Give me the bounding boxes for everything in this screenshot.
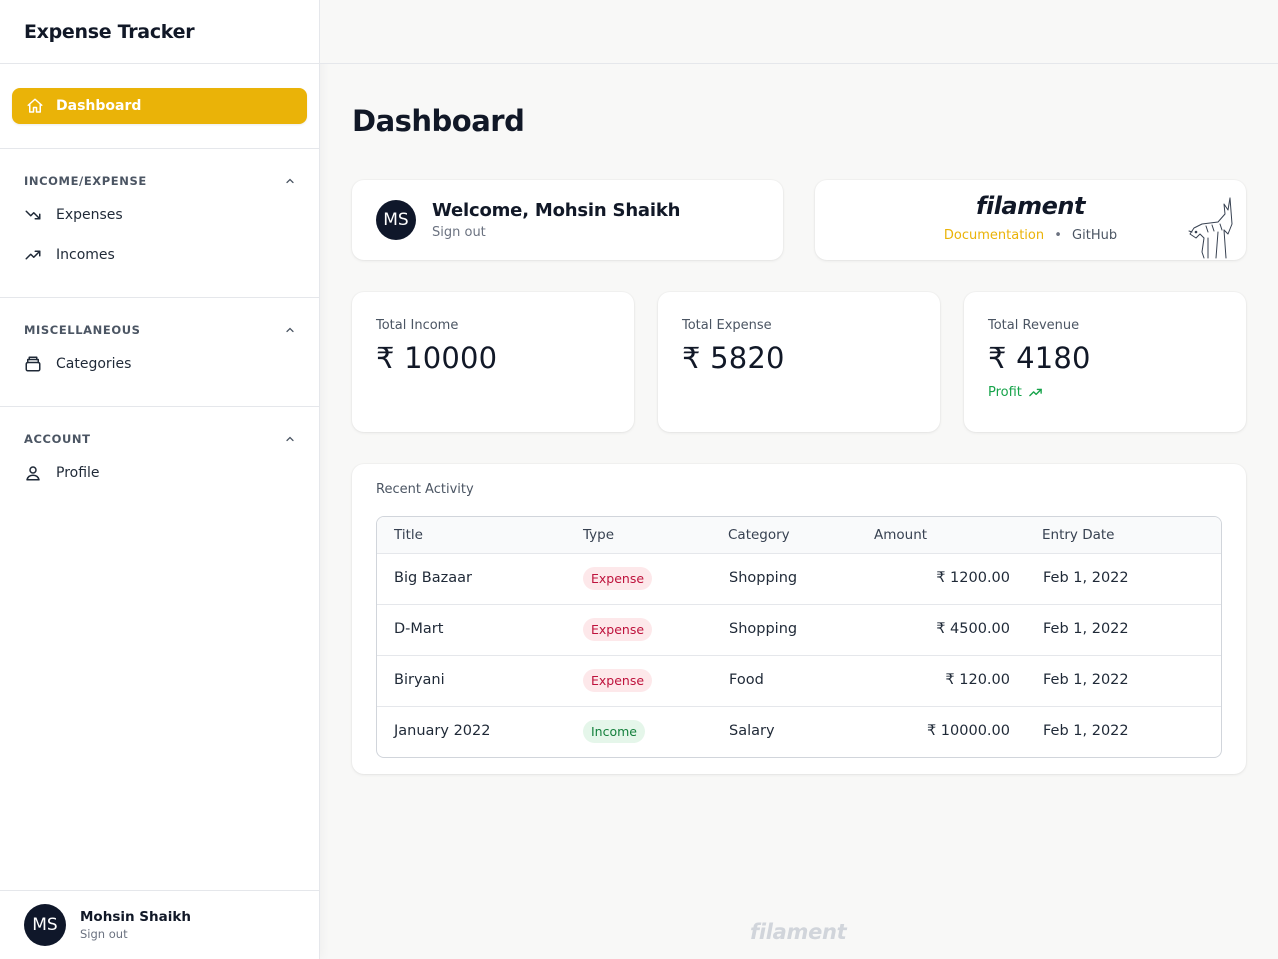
chevron-up-icon[interactable] [284, 433, 296, 445]
chevron-up-icon[interactable] [284, 324, 296, 336]
sidebar-item-incomes[interactable]: Incomes [24, 246, 115, 264]
filament-logo: filament [976, 192, 1085, 220]
group-label: INCOME/EXPENSE [24, 174, 147, 188]
archive-icon [25, 356, 41, 372]
sidebar-item-profile[interactable]: Profile [24, 464, 100, 482]
cell-entry-date: Feb 1, 2022 [1043, 672, 1129, 688]
divider [0, 148, 319, 149]
table-row[interactable]: D-Mart Expense Shopping ₹ 4500.00 Feb 1,… [377, 605, 1221, 656]
user-icon [26, 466, 40, 481]
trending-up-icon [25, 250, 41, 260]
cell-amount: ₹ 1200.00 [936, 570, 1010, 586]
type-badge: Income [583, 720, 645, 743]
top-bar [320, 0, 1278, 64]
sidebar-item-label: Profile [56, 465, 100, 481]
cell-amount: ₹ 4500.00 [936, 621, 1010, 637]
type-badge: Expense [583, 618, 653, 641]
welcome-card: MS Welcome, Mohsin Shaikh Sign out [352, 180, 783, 260]
home-icon [27, 98, 43, 113]
stat-description-label: Profit [988, 385, 1022, 400]
stat-value: ₹ 5820 [682, 341, 785, 375]
cell-entry-date: Feb 1, 2022 [1043, 621, 1129, 637]
trending-down-icon [25, 210, 41, 220]
table-header: Title Type Category Amount Entry Date [377, 517, 1221, 554]
cell-amount: ₹ 120.00 [945, 672, 1010, 688]
stat-total-revenue: Total Revenue ₹ 4180 Profit [964, 292, 1246, 432]
sidebar-item-label: Categories [56, 356, 132, 372]
avatar[interactable]: MS [24, 904, 66, 946]
sidebar: Expense Tracker Dashboard INCOME/EXPENSE… [0, 0, 320, 959]
sidebar-item-dashboard[interactable]: Dashboard [12, 88, 307, 124]
group-account[interactable]: ACCOUNT [24, 432, 296, 446]
table-row[interactable]: January 2022 Income Salary ₹ 10000.00 Fe… [377, 707, 1221, 757]
filament-info-card: filament Documentation • GitHub [815, 180, 1246, 260]
cell-category: Food [729, 672, 764, 688]
chevron-up-icon[interactable] [284, 175, 296, 187]
divider [0, 406, 319, 407]
stat-total-income: Total Income ₹ 10000 [352, 292, 634, 432]
app-title: Expense Tracker [0, 0, 319, 64]
column-title[interactable]: Title [394, 527, 423, 543]
cell-category: Salary [729, 723, 775, 739]
stat-value: ₹ 4180 [988, 341, 1091, 375]
column-entry-date[interactable]: Entry Date [1042, 527, 1114, 543]
sidebar-user[interactable]: MS Mohsin Shaikh Sign out [0, 890, 319, 959]
stat-label: Total Income [376, 318, 459, 333]
cell-title: Biryani [394, 672, 445, 688]
type-badge: Expense [583, 567, 653, 590]
documentation-link[interactable]: Documentation [944, 228, 1044, 243]
column-type[interactable]: Type [583, 527, 614, 543]
page-title: Dashboard [352, 104, 525, 138]
welcome-title: Welcome, Mohsin Shaikh [432, 200, 681, 221]
cell-title: Big Bazaar [394, 570, 472, 586]
recent-activity-title: Recent Activity [376, 482, 474, 497]
table-row[interactable]: Biryani Expense Food ₹ 120.00 Feb 1, 202… [377, 656, 1221, 707]
table-row[interactable]: Big Bazaar Expense Shopping ₹ 1200.00 Fe… [377, 554, 1221, 605]
group-label: ACCOUNT [24, 432, 91, 446]
group-income-expense[interactable]: INCOME/EXPENSE [24, 174, 296, 188]
cell-amount: ₹ 10000.00 [926, 723, 1010, 739]
sidebar-item-label: Incomes [56, 247, 115, 263]
sidebar-item-label: Dashboard [56, 98, 142, 114]
cell-title: January 2022 [394, 723, 491, 739]
group-label: MISCELLANEOUS [24, 323, 141, 337]
cell-category: Shopping [729, 570, 798, 586]
sidebar-item-categories[interactable]: Categories [24, 355, 131, 373]
user-name: Mohsin Shaikh [80, 909, 191, 925]
divider [0, 297, 319, 298]
sign-out-link[interactable]: Sign out [432, 225, 680, 240]
type-badge: Expense [583, 669, 653, 692]
sign-out-link[interactable]: Sign out [80, 927, 191, 941]
github-link[interactable]: GitHub [1072, 228, 1117, 243]
recent-activity-card: Recent Activity Title Type Category Amou… [352, 464, 1246, 774]
stat-total-expense: Total Expense ₹ 5820 [658, 292, 940, 432]
stat-label: Total Expense [682, 318, 772, 333]
stat-value: ₹ 10000 [376, 341, 498, 375]
cell-title: D-Mart [394, 621, 444, 637]
sidebar-item-label: Expenses [56, 207, 123, 223]
cell-category: Shopping [729, 621, 798, 637]
column-amount[interactable]: Amount [874, 527, 927, 543]
footer-filament-logo: filament [750, 920, 847, 944]
dog-illustration-icon [1188, 197, 1233, 259]
link-separator: • [1054, 228, 1062, 243]
cell-entry-date: Feb 1, 2022 [1043, 723, 1129, 739]
column-category[interactable]: Category [728, 527, 790, 543]
trending-up-icon [1029, 388, 1042, 397]
activity-table: Title Type Category Amount Entry Date Bi… [376, 516, 1222, 758]
cell-entry-date: Feb 1, 2022 [1043, 570, 1129, 586]
sidebar-item-expenses[interactable]: Expenses [24, 206, 123, 224]
stat-description: Profit [988, 385, 1222, 400]
avatar: MS [376, 200, 416, 240]
group-miscellaneous[interactable]: MISCELLANEOUS [24, 323, 296, 337]
stat-label: Total Revenue [988, 318, 1080, 333]
